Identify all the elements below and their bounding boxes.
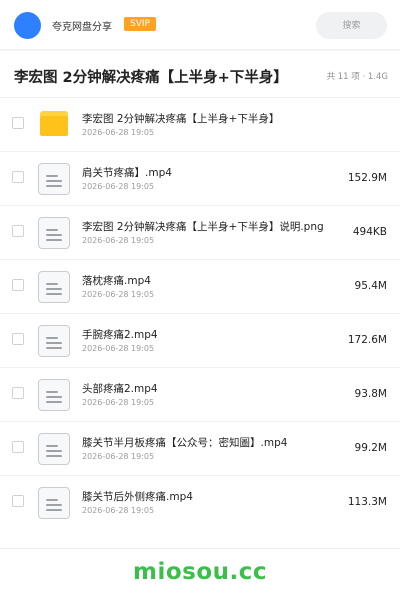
file-icon xyxy=(38,217,70,249)
file-name: 李宏图 2分钟解决疼痛【上半身+下半身】说明.png xyxy=(82,221,324,233)
file-name: 落枕疼痛.mp4 xyxy=(82,275,151,287)
list-item[interactable]: 膝关节后外侧疼痛.mp4 2026-06-28 19:05 113.3M xyxy=(0,475,400,529)
top-bar: 夸克网盘分享 SVIP xyxy=(0,0,400,50)
select-checkbox[interactable] xyxy=(12,387,24,399)
file-name: 肩关节疼痛】.mp4 xyxy=(82,167,172,179)
app-name: 夸克网盘分享 xyxy=(52,22,112,33)
folder-header: 李宏图 2分钟解决疼痛【上半身+下半身】 共 11 项 · 1.4G xyxy=(0,51,400,97)
svip-badge: SVIP xyxy=(124,17,156,31)
file-name: 李宏图 2分钟解决疼痛【上半身+下半身】 xyxy=(82,113,280,125)
avatar[interactable] xyxy=(14,12,41,39)
list-item[interactable]: 头部疼痛2.mp4 2026-06-28 19:05 93.8M xyxy=(0,367,400,421)
select-checkbox[interactable] xyxy=(12,441,24,453)
file-date: 2026-06-28 19:05 xyxy=(82,236,155,245)
list-item[interactable]: 肩关节疼痛】.mp4 2026-06-28 19:05 152.9M xyxy=(0,151,400,205)
page-title: 李宏图 2分钟解决疼痛【上半身+下半身】 xyxy=(14,70,288,86)
list-item[interactable]: 手腕疼痛2.mp4 2026-06-28 19:05 172.6M xyxy=(0,313,400,367)
list-item[interactable]: 膝关节半月板疼痛【公众号：密知圖】.mp4 2026-06-28 19:05 9… xyxy=(0,421,400,475)
file-size: 172.6M xyxy=(347,334,387,346)
file-icon xyxy=(38,433,70,465)
file-name: 手腕疼痛2.mp4 xyxy=(82,329,158,341)
file-size: 95.4M xyxy=(354,280,387,292)
list-item[interactable]: 落枕疼痛.mp4 2026-06-28 19:05 95.4M xyxy=(0,259,400,313)
file-date: 2026-06-28 19:05 xyxy=(82,452,155,461)
select-checkbox[interactable] xyxy=(12,171,24,183)
file-date: 2026-06-28 19:05 xyxy=(82,344,155,353)
file-icon xyxy=(38,379,70,411)
file-icon xyxy=(38,325,70,357)
file-size: 93.8M xyxy=(354,388,387,400)
file-name: 膝关节后外侧疼痛.mp4 xyxy=(82,491,193,503)
file-date: 2026-06-28 19:05 xyxy=(82,128,155,137)
select-checkbox[interactable] xyxy=(12,225,24,237)
file-date: 2026-06-28 19:05 xyxy=(82,182,155,191)
file-icon xyxy=(38,271,70,303)
file-size: 152.9M xyxy=(347,172,387,184)
footer: miosou.cc xyxy=(0,548,400,600)
file-icon xyxy=(38,487,70,519)
file-date: 2026-06-28 19:05 xyxy=(82,506,155,515)
file-date: 2026-06-28 19:05 xyxy=(82,290,155,299)
file-size: 494KB xyxy=(352,226,387,238)
site-watermark: miosou.cc xyxy=(132,559,268,585)
select-checkbox[interactable] xyxy=(12,333,24,345)
select-checkbox[interactable] xyxy=(12,279,24,291)
file-icon xyxy=(38,163,70,195)
folder-icon xyxy=(38,109,70,141)
file-name: 膝关节半月板疼痛【公众号：密知圖】.mp4 xyxy=(82,437,288,449)
file-size: 113.3M xyxy=(347,496,387,508)
select-checkbox[interactable] xyxy=(12,117,24,129)
file-date: 2026-06-28 19:05 xyxy=(82,398,155,407)
file-list: 李宏图 2分钟解决疼痛【上半身+下半身】 2026-06-28 19:05 肩关… xyxy=(0,97,400,548)
file-name: 头部疼痛2.mp4 xyxy=(82,383,158,395)
search-input[interactable] xyxy=(316,12,387,39)
list-item[interactable]: 李宏图 2分钟解决疼痛【上半身+下半身】说明.png 2026-06-28 19… xyxy=(0,205,400,259)
file-size: 99.2M xyxy=(354,442,387,454)
list-item[interactable]: 李宏图 2分钟解决疼痛【上半身+下半身】 2026-06-28 19:05 xyxy=(0,97,400,151)
select-checkbox[interactable] xyxy=(12,495,24,507)
folder-summary: 共 11 项 · 1.4G xyxy=(326,72,388,82)
